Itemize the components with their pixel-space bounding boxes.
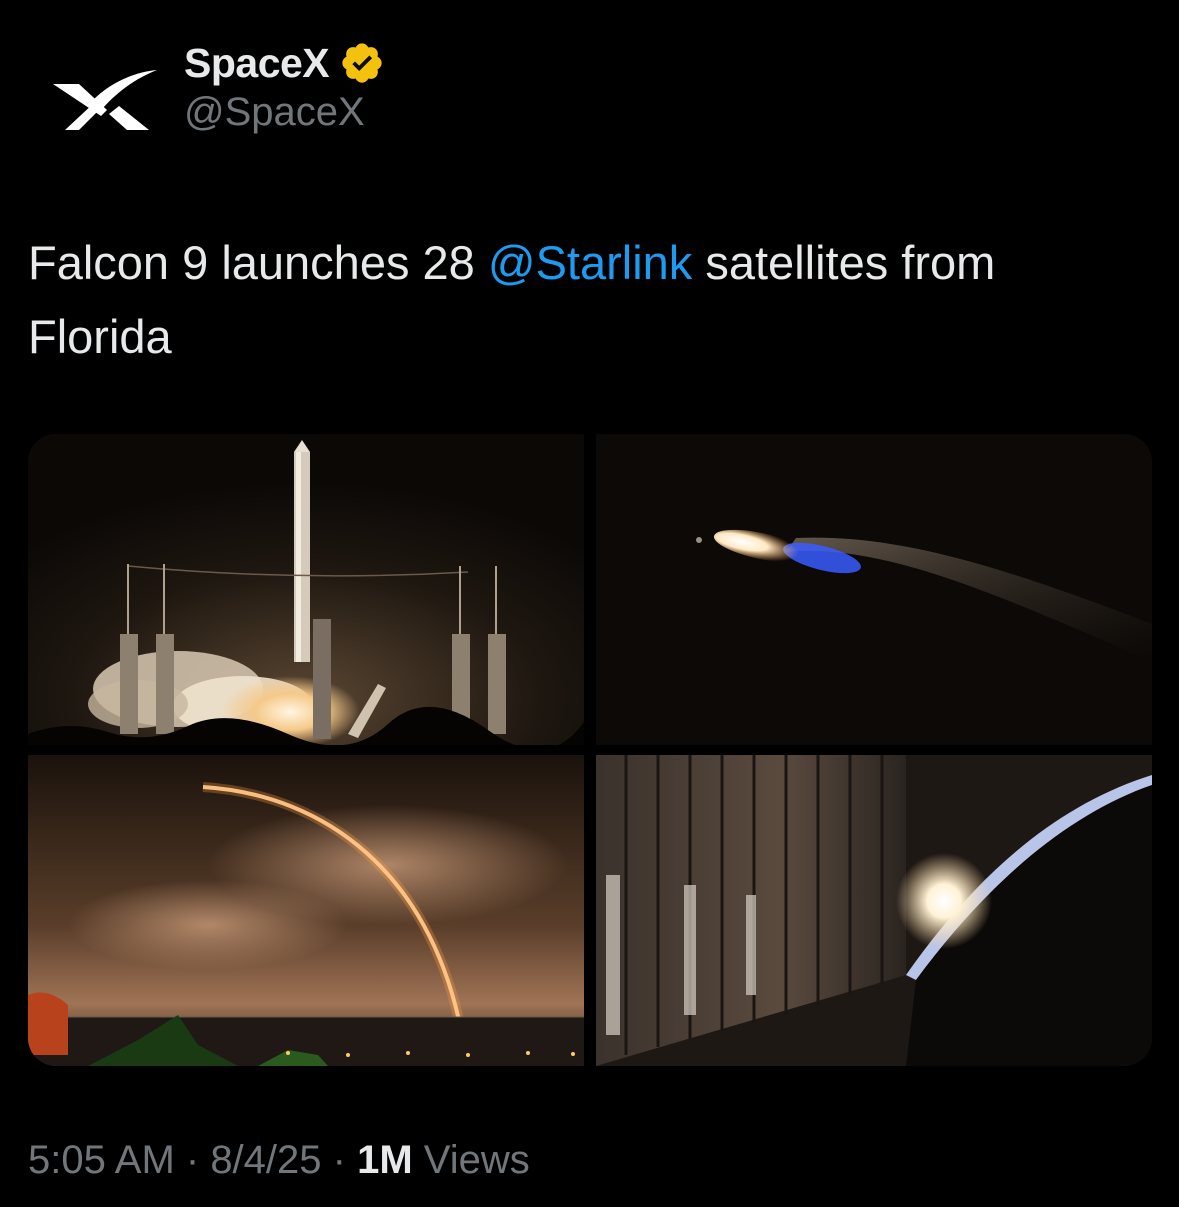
spacex-x-logo-icon: [53, 70, 157, 130]
starlink-stack-photo[interactable]: [596, 755, 1152, 1066]
launch-pad-photo[interactable]: [28, 434, 584, 745]
tweet-header: SpaceX @SpaceX: [0, 0, 1179, 200]
meta-separator: ·: [321, 1138, 358, 1182]
author-display-name[interactable]: SpaceX: [184, 40, 330, 87]
starlink-mention-link[interactable]: @Starlink: [488, 236, 692, 289]
meta-separator: ·: [174, 1138, 211, 1182]
tweet-text: Falcon 9 launches 28 @Starlink satellite…: [28, 226, 1148, 374]
author-name-row: SpaceX: [184, 36, 385, 90]
views-label: Views: [412, 1138, 530, 1182]
author-handle[interactable]: @SpaceX: [184, 90, 365, 135]
starlink-stack-image: [596, 755, 1152, 1066]
media-grid: [28, 434, 1152, 1066]
avatar[interactable]: [38, 32, 172, 166]
views-count: 1M: [357, 1138, 413, 1182]
tweet-text-before: Falcon 9 launches 28: [28, 236, 488, 289]
launch-pad-image: [28, 434, 584, 745]
rocket-flight-image: [596, 434, 1152, 745]
tweet-time[interactable]: 5:05 AM: [28, 1138, 175, 1182]
launch-arc-image: [28, 755, 584, 1066]
verified-badge-icon: [342, 43, 382, 83]
tweet-date[interactable]: 8/4/25: [210, 1138, 321, 1182]
rocket-flight-photo[interactable]: [596, 434, 1152, 745]
launch-arc-photo[interactable]: [28, 755, 584, 1066]
tweet-meta: 5:05 AM · 8/4/25 · 1M Views: [28, 1138, 530, 1183]
